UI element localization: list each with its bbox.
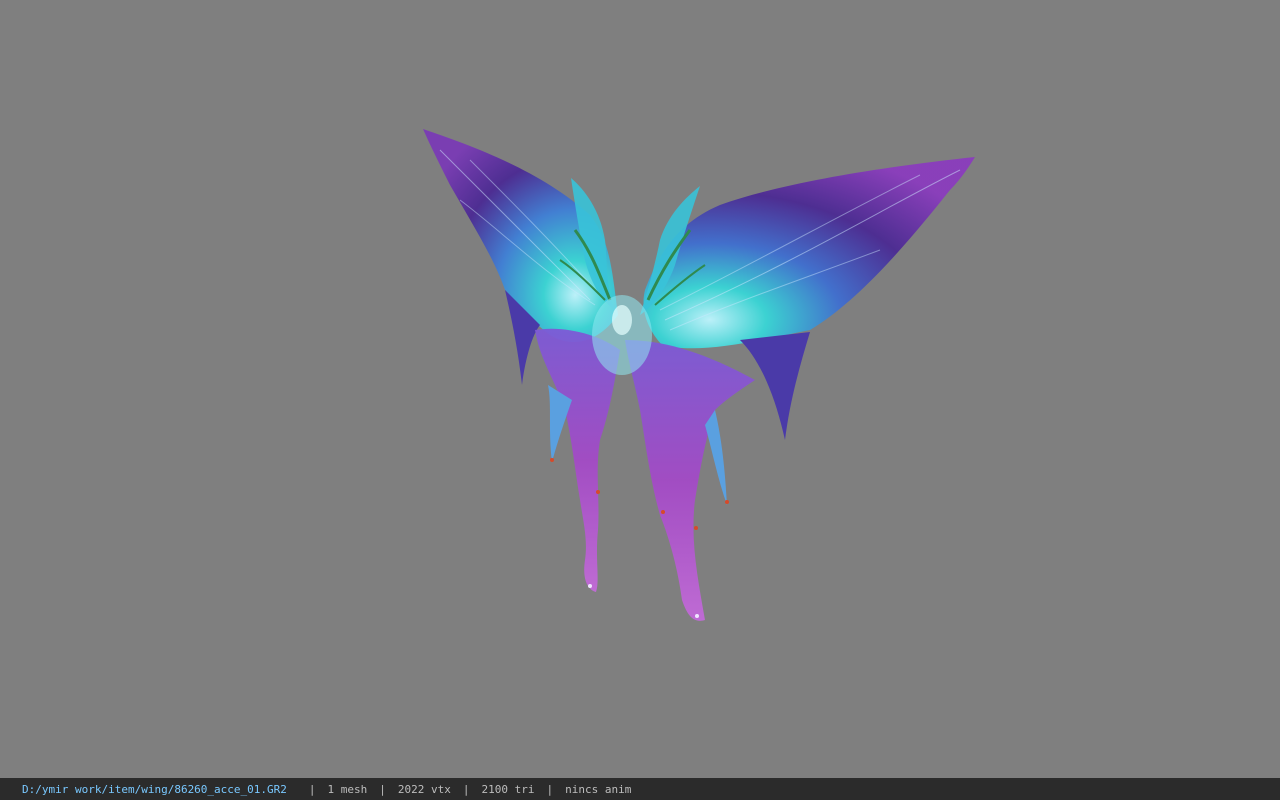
right-lower-wing [625, 340, 755, 621]
accent-dots [550, 458, 729, 618]
wing-model-render [423, 129, 975, 621]
file-path-label: D:/ymir work/item/wing/86260_acce_01.GR2 [22, 782, 287, 796]
status-separator: | [462, 782, 470, 796]
triangle-count-label: 2100 tri [481, 782, 535, 796]
center-body [592, 295, 652, 375]
status-separator: | [546, 782, 554, 796]
vertex-count-label: 2022 vtx [397, 782, 451, 796]
animation-status-label: nincs anim [565, 782, 632, 796]
status-bar: D:/ymir work/item/wing/86260_acce_01.GR2… [0, 778, 1280, 800]
mesh-count-label: 1 mesh [327, 782, 368, 796]
status-separator: | [308, 782, 316, 796]
3d-viewport[interactable] [0, 0, 1280, 778]
status-separator: | [379, 782, 386, 796]
